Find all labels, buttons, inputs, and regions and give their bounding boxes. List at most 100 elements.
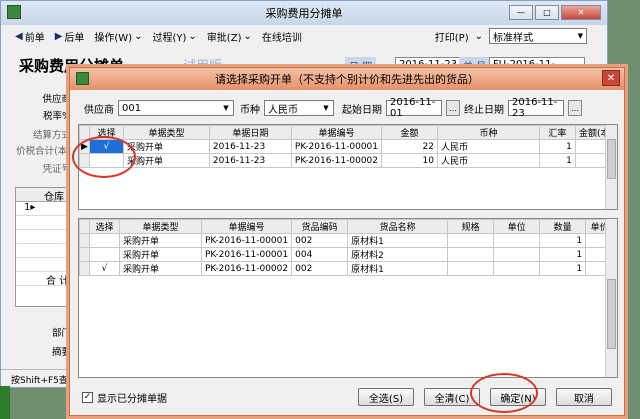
rate-cell: 1	[538, 153, 576, 168]
process-menu[interactable]: 过程(Y) ⌄	[153, 29, 197, 44]
item-code-cell: 002	[291, 233, 349, 248]
table-row[interactable]	[16, 230, 72, 244]
column-header[interactable]: 金额	[381, 125, 438, 140]
column-header[interactable]: 选择	[88, 125, 124, 140]
clear-all-button[interactable]: 全清(C)	[424, 388, 480, 406]
arrow-left-icon: ◀	[15, 30, 23, 42]
select-purchase-dialog: 请选择采购开单（不支持个别计价和先进先出的货品） ✕ 供应商 001 ▼ 币种 …	[69, 67, 625, 416]
spec-cell	[447, 233, 495, 248]
show-allocated-checkbox[interactable]: ✓	[82, 391, 93, 403]
column-header[interactable]: 单位	[493, 219, 541, 234]
maximize-button[interactable]: □	[535, 5, 559, 20]
scrollbar-thumb[interactable]	[607, 139, 616, 179]
column-header[interactable]: 汇率	[538, 125, 576, 140]
dropdown-arrow-icon: ▼	[223, 104, 229, 112]
column-header[interactable]: 规格	[447, 219, 495, 234]
cancel-button[interactable]: 取消	[556, 388, 612, 406]
table-row[interactable]: 采购开单 PK-2016-11-00001 004 原材料2 1	[79, 247, 615, 262]
unit-cell	[493, 233, 541, 248]
currency-cell: 人民币	[436, 139, 540, 154]
table-row[interactable]: 1▸	[16, 202, 72, 216]
close-button[interactable]: ✕	[561, 5, 601, 20]
row-indicator	[79, 233, 90, 248]
column-header[interactable]: 单据编号	[200, 219, 293, 234]
doc-type-cell: 采购开单	[119, 233, 202, 248]
prev-doc-button[interactable]: ◀ 前单	[15, 29, 45, 44]
currency-select[interactable]: 人民币 ▼	[264, 100, 334, 116]
item-detail-grid: 选择 单据类型 单据编号 货品编码 货品名称 规格 单位 数量 单价 采购开单 …	[78, 218, 618, 378]
currency-filter-label: 币种	[240, 104, 260, 116]
vertical-scrollbar[interactable]	[605, 125, 617, 209]
minimize-button[interactable]: —	[509, 5, 533, 20]
chevron-down-icon: ⌄	[134, 30, 143, 42]
supplier-select[interactable]: 001 ▼	[118, 100, 234, 116]
column-header[interactable]: 单据日期	[208, 125, 292, 140]
column-header[interactable]: 货品名称	[347, 219, 449, 234]
vertical-scrollbar[interactable]	[605, 219, 617, 377]
qty-cell: 1	[539, 247, 587, 262]
operation-menu[interactable]: 操作(W) ⌄	[94, 29, 142, 44]
column-header[interactable]: 数量	[539, 219, 587, 234]
spec-cell	[447, 261, 495, 276]
chevron-down-icon: ⌄	[243, 30, 252, 42]
print-menu[interactable]: 打印(P)	[435, 29, 469, 44]
scrollbar-thumb[interactable]	[607, 279, 616, 349]
print-style-value: 标准样式	[493, 32, 533, 44]
row-indicator	[79, 247, 90, 262]
table-row[interactable]: ▶ √ 采购开单 2016-11-23 PK-2016-11-00001 22 …	[79, 139, 617, 154]
select-all-button[interactable]: 全选(S)	[358, 388, 414, 406]
table-row[interactable]: 采购开单 PK-2016-11-00001 002 原材料1 1	[79, 233, 615, 248]
column-header[interactable]: 币种	[436, 125, 540, 140]
operation-menu-label: 操作(W)	[94, 32, 133, 44]
select-cell[interactable]: √	[89, 261, 120, 276]
purchase-order-grid: 选择 单据类型 单据日期 单据编号 金额 币种 汇率 金额(本) ▶ √ 采购开…	[78, 124, 618, 210]
arrow-right-icon: ▶	[54, 30, 63, 42]
column-header[interactable]: 单据类型	[122, 125, 210, 140]
item-name-cell: 原材料1	[347, 261, 449, 276]
filter-bar: 供应商 001 ▼ 币种 人民币 ▼ 起始日期 2016-11-01 … 终止日…	[84, 97, 582, 119]
start-date-picker-button[interactable]: …	[446, 100, 460, 116]
select-cell[interactable]	[89, 233, 120, 248]
ok-button[interactable]: 确定(N)	[490, 388, 546, 406]
settlement-label: 结算方式	[32, 130, 71, 141]
table-row[interactable]	[16, 258, 72, 272]
row-pointer-icon: ▸	[30, 202, 36, 213]
dialog-close-button[interactable]: ✕	[602, 70, 620, 86]
column-header[interactable]: 货品编码	[291, 219, 349, 234]
doc-no-cell: PK-2016-11-00002	[200, 261, 293, 276]
main-window-title: 采购费用分摊单	[265, 7, 343, 20]
dialog-title: 请选择采购开单（不支持个别计价和先进先出的货品）	[215, 73, 479, 86]
doc-type-cell: 采购开单	[119, 261, 202, 276]
table-row[interactable]	[16, 216, 72, 230]
warehouse-column-header: 仓库	[16, 188, 72, 203]
table-row[interactable]: √ 采购开单 PK-2016-11-00002 002 原材料1 1	[79, 261, 615, 276]
table-row[interactable]: 采购开单 2016-11-23 PK-2016-11-00002 10 人民币 …	[79, 153, 617, 168]
show-allocated-label: 显示已分摊单据	[97, 393, 167, 405]
column-header[interactable]: 单据编号	[290, 125, 383, 140]
column-header[interactable]: 选择	[89, 219, 120, 234]
start-date-value: 2016-11-01	[390, 97, 436, 119]
next-doc-button[interactable]: ▶ 后单	[55, 29, 85, 44]
doc-no-cell: PK-2016-11-00001	[290, 139, 383, 154]
online-training-button[interactable]: 在线培训	[262, 29, 302, 44]
table-row[interactable]	[16, 244, 72, 258]
print-style-select[interactable]: 标准样式 ▼	[489, 28, 587, 44]
column-header[interactable]: 单据类型	[119, 219, 202, 234]
rate-cell: 1	[538, 139, 576, 154]
approval-menu[interactable]: 审批(Z) ⌄	[207, 29, 252, 44]
amount-cell: 22	[381, 139, 438, 154]
supplier-label: 供应商	[42, 94, 71, 105]
dropdown-arrow-icon: ▼	[323, 104, 329, 112]
select-cell[interactable]	[88, 153, 124, 168]
remark-label: 摘要	[51, 347, 71, 358]
doc-date-cell: 2016-11-23	[208, 139, 292, 154]
end-date-picker-button[interactable]: …	[568, 100, 582, 116]
select-cell[interactable]	[89, 247, 120, 262]
process-menu-label: 过程(Y)	[152, 32, 187, 44]
start-date-field[interactable]: 2016-11-01	[386, 97, 442, 119]
total-tax-label: 价税合计(本)	[16, 146, 71, 157]
end-date-field[interactable]: 2016-11-23	[508, 97, 564, 119]
app-icon	[7, 5, 21, 19]
chevron-down-icon: ⌄	[474, 30, 483, 42]
select-cell[interactable]: √	[88, 139, 124, 154]
